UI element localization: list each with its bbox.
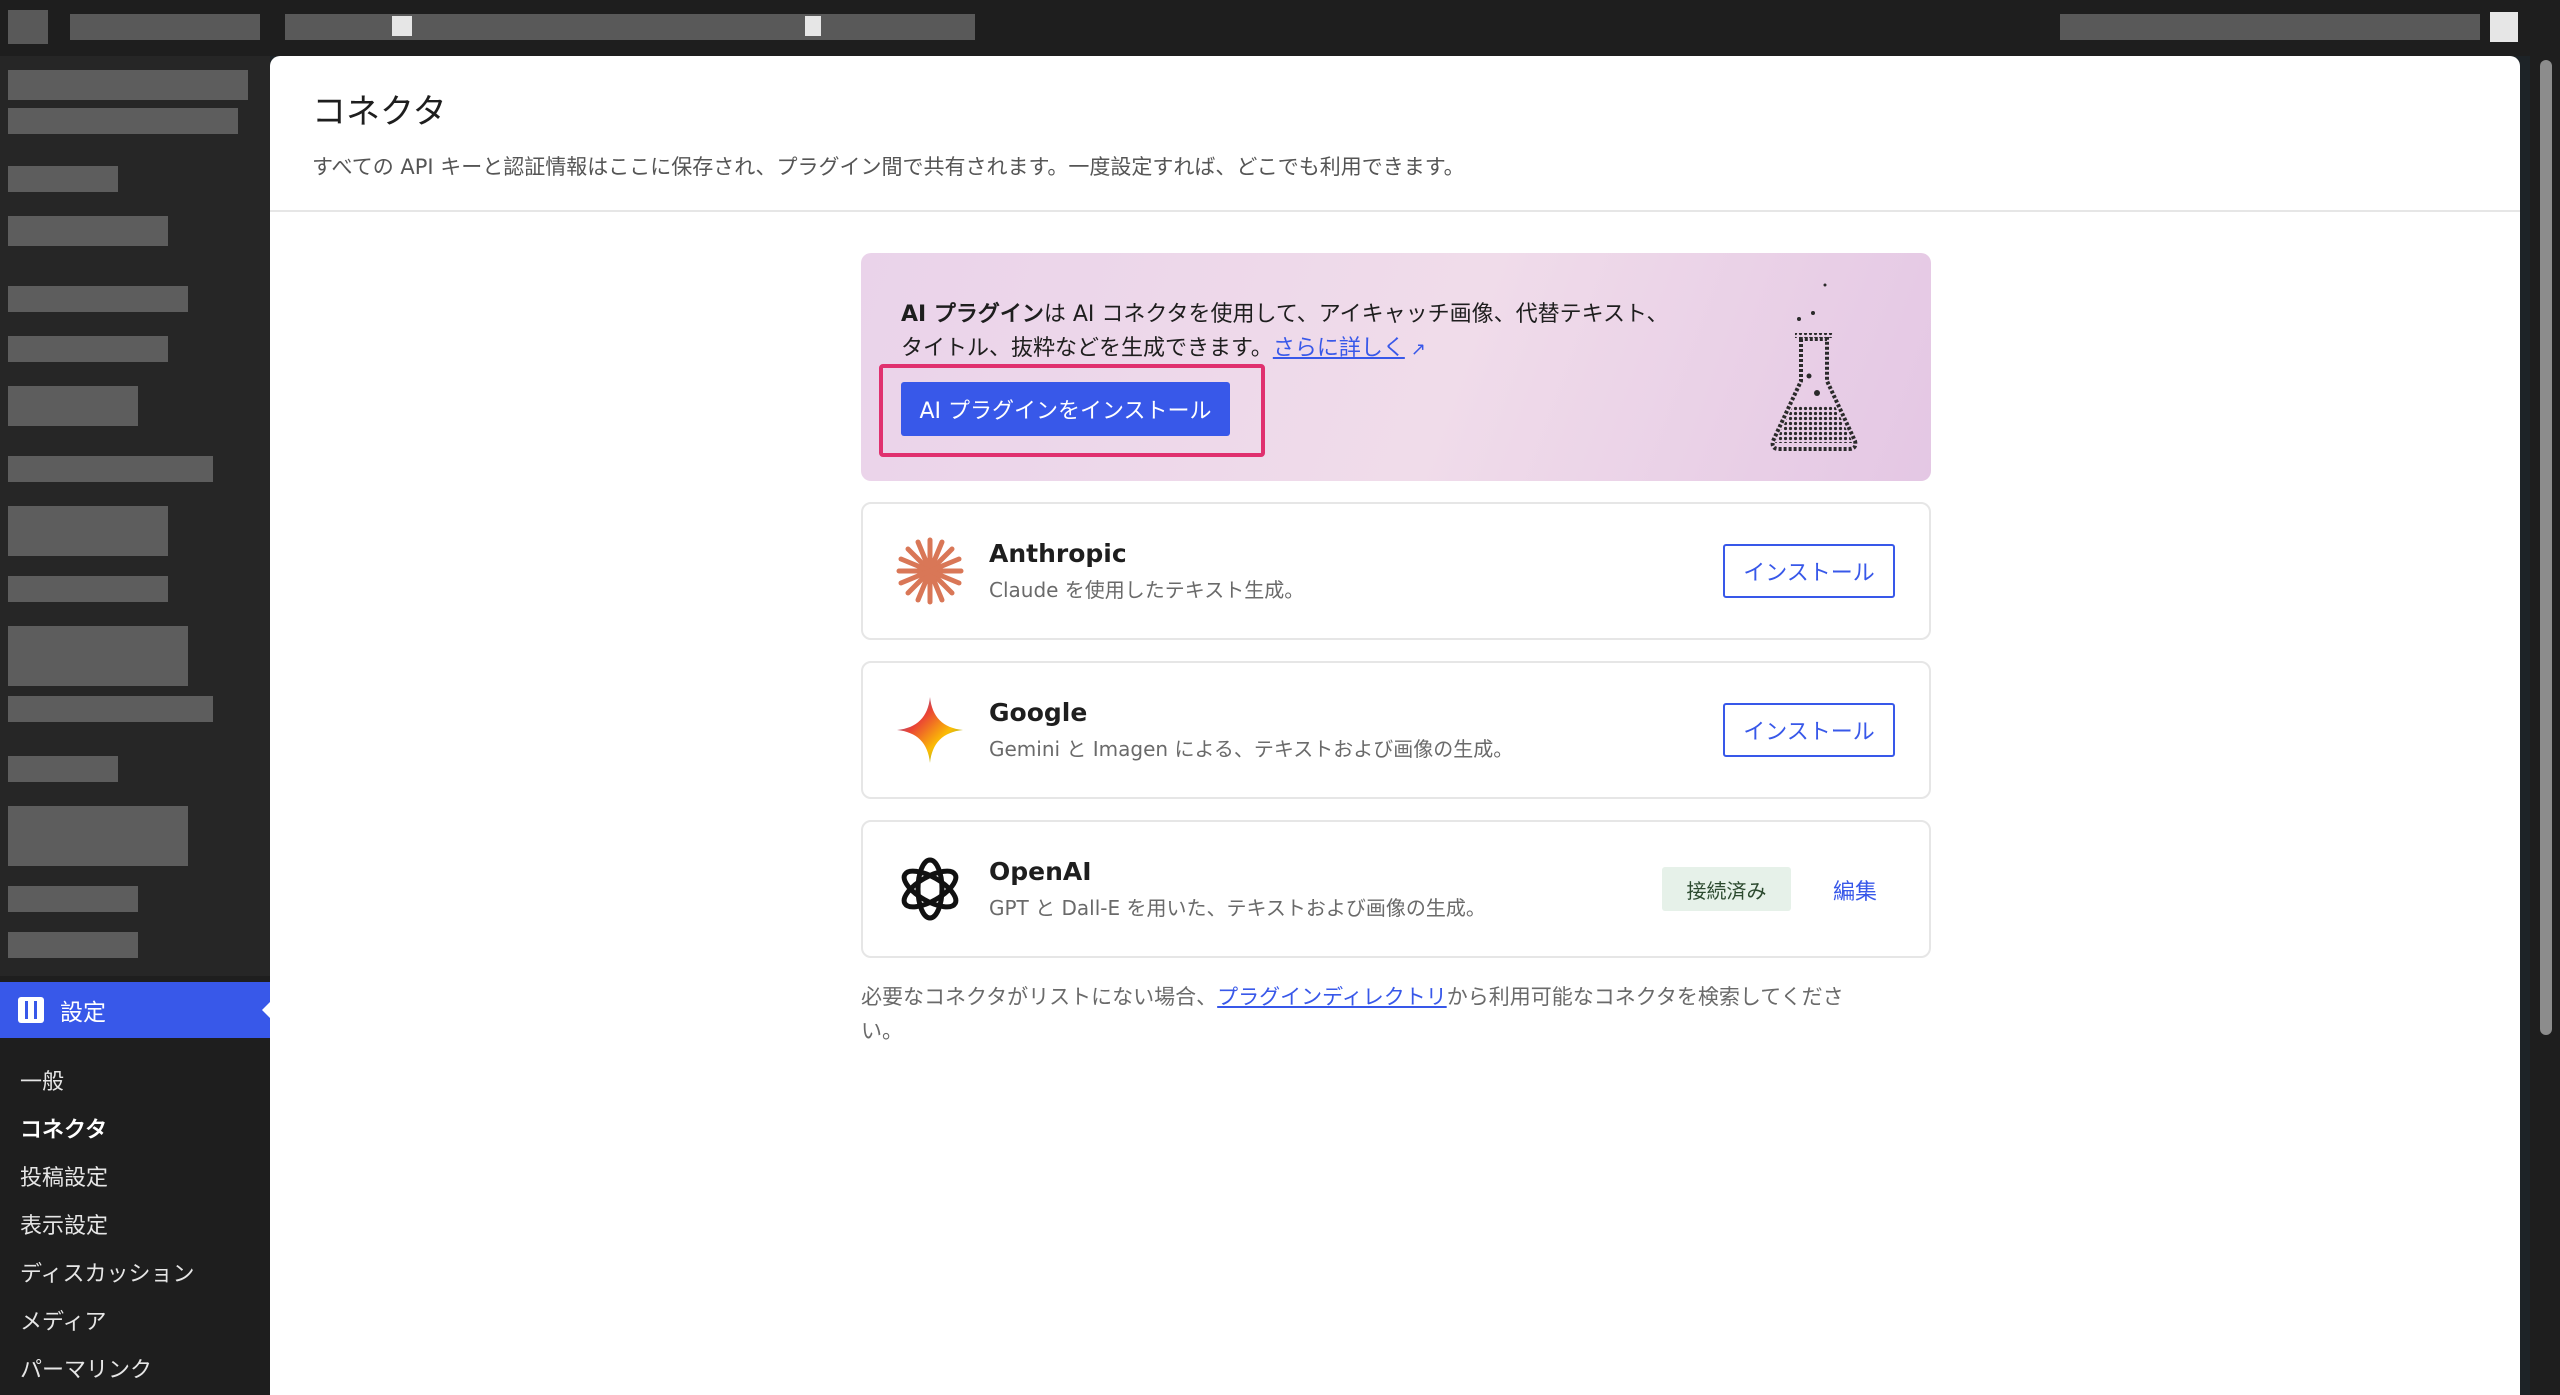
promo-text-line1: は AI コネクタを使用して、アイキャッチ画像、代替テキスト、 bbox=[1043, 302, 1669, 327]
plugin-directory-link[interactable]: プラグインディレクトリ bbox=[1217, 985, 1447, 1009]
promo-text-line2: タイトル、抜粋などを生成できます。 bbox=[901, 336, 1273, 361]
connector-card-openai: OpenAI GPT と Dall-E を用いた、テキストおよび画像の生成。 接… bbox=[861, 820, 1931, 958]
blurred-menu-row bbox=[8, 216, 168, 246]
promo-text: AI プラグインは AI コネクタを使用して、アイキャッチ画像、代替テキスト、 … bbox=[901, 298, 1681, 367]
blurred-menu-row bbox=[8, 576, 168, 602]
connector-description: Gemini と Imagen による、テキストおよび画像の生成。 bbox=[989, 737, 1514, 761]
blurred-menu-row bbox=[8, 886, 138, 912]
blurred-menu-row bbox=[8, 756, 118, 782]
edit-openai-link[interactable]: 編集 bbox=[1833, 874, 1877, 906]
footer-text-before: 必要なコネクタがリストにない場合、 bbox=[861, 985, 1218, 1009]
blurred-site-name bbox=[70, 14, 260, 40]
sidebar-item-label: 設定 bbox=[60, 1000, 106, 1026]
connector-info: OpenAI GPT と Dall-E を用いた、テキストおよび画像の生成。 bbox=[989, 857, 1486, 921]
connectors-content: AI プラグインは AI コネクタを使用して、アイキャッチ画像、代替テキスト、 … bbox=[861, 253, 1931, 1048]
admin-sidebar: 設定 一般 コネクタ 投稿設定 表示設定 ディスカッション メディア パーマリン… bbox=[0, 56, 274, 1395]
connector-info: Google Gemini と Imagen による、テキストおよび画像の生成。 bbox=[989, 698, 1513, 762]
anthropic-icon bbox=[896, 537, 964, 605]
submenu-general[interactable]: 一般 bbox=[0, 1056, 270, 1104]
blurred-menu-row bbox=[8, 626, 188, 686]
blurred-menu-row bbox=[8, 696, 213, 722]
ai-plugin-promo: AI プラグインは AI コネクタを使用して、アイキャッチ画像、代替テキスト、 … bbox=[861, 253, 1931, 481]
settings-sliders-icon bbox=[18, 997, 44, 1023]
blurred-menu-row bbox=[8, 806, 188, 866]
connector-description: Claude を使用したテキスト生成。 bbox=[989, 578, 1305, 602]
blurred-menu-items bbox=[0, 56, 270, 976]
admin-top-bar bbox=[0, 0, 2560, 56]
connector-description: GPT と Dall-E を用いた、テキストおよび画像の生成。 bbox=[989, 896, 1486, 920]
blurred-toolbar-items bbox=[285, 14, 975, 40]
blurred-menu-row bbox=[8, 70, 248, 100]
blurred-menu-row bbox=[8, 386, 138, 426]
divider bbox=[270, 210, 2520, 212]
submenu-discussion[interactable]: ディスカッション bbox=[0, 1248, 270, 1296]
learn-more-link[interactable]: さらに詳しく bbox=[1273, 336, 1405, 361]
connector-info: Anthropic Claude を使用したテキスト生成。 bbox=[989, 539, 1304, 603]
external-link-icon: ↗ bbox=[1410, 339, 1426, 360]
blurred-menu-row bbox=[8, 456, 213, 482]
flask-icon bbox=[1770, 283, 1858, 451]
status-badge: 接続済み bbox=[1662, 867, 1791, 911]
install-ai-plugin-button[interactable]: AI プラグインをインストール bbox=[901, 382, 1230, 436]
connector-card-google: Google Gemini と Imagen による、テキストおよび画像の生成。… bbox=[861, 661, 1931, 799]
install-anthropic-button[interactable]: インストール bbox=[1723, 544, 1895, 598]
blurred-menu-row bbox=[8, 506, 168, 556]
scrollbar-thumb[interactable] bbox=[2540, 60, 2552, 1035]
blurred-logo bbox=[8, 10, 48, 44]
page-subtitle: すべての API キーと認証情報はここに保存され、プラグイン間で共有されます。一… bbox=[312, 155, 1465, 179]
main-panel: コネクタ すべての API キーと認証情報はここに保存され、プラグイン間で共有さ… bbox=[270, 56, 2520, 1395]
blurred-menu-row bbox=[8, 166, 118, 192]
connector-card-anthropic: Anthropic Claude を使用したテキスト生成。 インストール bbox=[861, 502, 1931, 640]
page-header: コネクタ すべての API キーと認証情報はここに保存され、プラグイン間で共有さ… bbox=[312, 84, 1465, 181]
blurred-account bbox=[2060, 14, 2480, 40]
openai-icon bbox=[901, 857, 959, 921]
blurred-icon bbox=[805, 16, 821, 36]
submenu-reading[interactable]: 表示設定 bbox=[0, 1200, 270, 1248]
connector-name: Google bbox=[989, 698, 1088, 727]
submenu-permalinks[interactable]: パーマリンク bbox=[0, 1344, 270, 1392]
connector-name: Anthropic bbox=[989, 539, 1127, 568]
blurred-menu-row bbox=[8, 932, 138, 958]
blurred-menu-row bbox=[8, 336, 168, 362]
promo-bold: AI プラグイン bbox=[901, 302, 1044, 327]
page-title: コネクタ bbox=[312, 92, 447, 132]
footer-note: 必要なコネクタがリストにない場合、プラグインディレクトリから利用可能なコネクタを… bbox=[861, 980, 1871, 1048]
settings-submenu: 一般 コネクタ 投稿設定 表示設定 ディスカッション メディア パーマリンク bbox=[0, 1056, 270, 1392]
sidebar-item-settings[interactable]: 設定 bbox=[0, 982, 274, 1038]
submenu-writing[interactable]: 投稿設定 bbox=[0, 1152, 270, 1200]
google-gemini-icon bbox=[897, 697, 963, 763]
submenu-media[interactable]: メディア bbox=[0, 1296, 270, 1344]
connector-name: OpenAI bbox=[989, 857, 1092, 886]
blurred-icon bbox=[392, 16, 412, 36]
blurred-avatar bbox=[2490, 12, 2518, 42]
blurred-menu-row bbox=[8, 108, 238, 134]
install-google-button[interactable]: インストール bbox=[1723, 703, 1895, 757]
submenu-connectors[interactable]: コネクタ bbox=[0, 1104, 270, 1152]
blurred-menu-row bbox=[8, 286, 188, 312]
